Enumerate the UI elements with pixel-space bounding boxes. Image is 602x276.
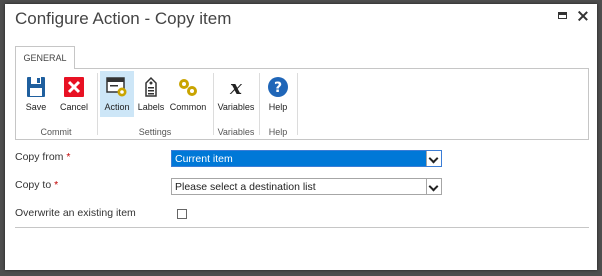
action-label: Action xyxy=(104,102,130,112)
required-marker: * xyxy=(66,151,71,163)
required-marker: * xyxy=(54,179,59,191)
action-icon xyxy=(106,77,127,97)
svg-text:?: ? xyxy=(274,80,282,96)
group-label-commit: Commit xyxy=(40,127,72,137)
maximize-icon[interactable] xyxy=(556,9,570,23)
form-divider xyxy=(15,227,589,228)
cancel-label: Cancel xyxy=(59,102,88,112)
help-label: Help xyxy=(268,102,288,112)
common-label: Common xyxy=(169,102,207,112)
ribbon-group-help: ? Help Help xyxy=(260,69,296,139)
chevron-down-icon[interactable] xyxy=(426,179,441,194)
copy-from-label-text: Copy from xyxy=(15,151,64,163)
variables-icon: x xyxy=(229,76,243,98)
ribbon-group-commit: Save Cancel Commit xyxy=(16,69,96,139)
group-label-settings: Settings xyxy=(138,127,172,137)
copy-from-select[interactable]: Current item xyxy=(171,150,442,167)
copy-to-value: Please select a destination list xyxy=(175,181,316,193)
ribbon: Save Cancel Commit Action Labels Common … xyxy=(15,68,589,140)
labels-button[interactable]: Labels xyxy=(136,71,166,117)
labels-label: Labels xyxy=(137,102,165,112)
group-divider xyxy=(297,73,298,135)
dialog-title: Configure Action - Copy item xyxy=(15,9,232,28)
help-button[interactable]: ? Help xyxy=(262,71,294,117)
save-button[interactable]: Save xyxy=(20,71,52,117)
labels-icon xyxy=(145,76,157,97)
group-label-help: Help xyxy=(268,127,288,137)
dialog-titlebar: Configure Action - Copy item xyxy=(5,4,597,38)
cancel-button[interactable]: Cancel xyxy=(56,71,92,117)
overwrite-label: Overwrite an existing item xyxy=(15,207,136,219)
action-button[interactable]: Action xyxy=(100,71,134,117)
common-button[interactable]: Common xyxy=(168,71,208,117)
copy-to-label-text: Copy to xyxy=(15,179,52,191)
help-icon: ? xyxy=(268,77,288,97)
tab-general[interactable]: GENERAL xyxy=(15,46,75,69)
copy-to-label: Copy to * xyxy=(15,179,58,191)
variables-label: Variables xyxy=(217,102,255,112)
variables-button[interactable]: x Variables xyxy=(216,71,256,117)
cancel-icon xyxy=(64,77,84,97)
configure-action-dialog: Configure Action - Copy item GENERAL Sav… xyxy=(5,4,597,270)
ribbon-group-settings: Action Labels Common Settings xyxy=(98,69,212,139)
save-icon xyxy=(27,77,45,97)
copy-from-label: Copy from * xyxy=(15,151,70,163)
chevron-down-icon[interactable] xyxy=(426,151,441,166)
copy-to-select[interactable]: Please select a destination list xyxy=(171,178,442,195)
common-icon xyxy=(179,79,197,96)
save-label: Save xyxy=(25,102,47,112)
svg-text:x: x xyxy=(229,76,243,98)
copy-from-value: Current item xyxy=(175,153,233,165)
overwrite-checkbox[interactable] xyxy=(177,209,187,219)
group-label-variables: Variables xyxy=(217,127,255,137)
close-icon[interactable] xyxy=(576,9,590,23)
ribbon-group-variables: x Variables Variables xyxy=(214,69,258,139)
